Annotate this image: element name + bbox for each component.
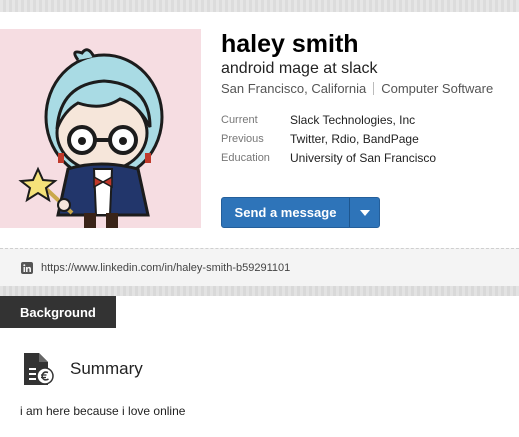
profile-facts: Current Slack Technologies, Inc Previous… bbox=[221, 110, 436, 167]
fact-row-education: Education University of San Francisco bbox=[221, 148, 436, 167]
public-profile-url-bar: https://www.linkedin.com/in/haley-smith-… bbox=[0, 248, 519, 286]
summary-document-icon bbox=[22, 352, 54, 391]
profile-name: haley smith bbox=[221, 30, 359, 58]
profile-location[interactable]: San Francisco, California bbox=[221, 81, 366, 96]
avatar-illustration bbox=[18, 48, 164, 228]
profile-avatar[interactable] bbox=[0, 29, 201, 228]
profile-card: haley smith android mage at slack San Fr… bbox=[0, 12, 519, 248]
profile-location-industry: San Francisco, California Computer Softwa… bbox=[221, 81, 493, 96]
fact-value[interactable]: University of San Francisco bbox=[290, 151, 436, 165]
send-message-button[interactable]: Send a message bbox=[222, 198, 349, 227]
summary-text: i am here because i love online bbox=[20, 404, 186, 418]
background-section-tab[interactable]: Background bbox=[0, 296, 116, 328]
summary-title: Summary bbox=[70, 359, 143, 378]
profile-industry[interactable]: Computer Software bbox=[381, 81, 493, 96]
chevron-down-icon bbox=[359, 209, 370, 216]
profile-headline: android mage at slack bbox=[221, 60, 378, 77]
meta-separator bbox=[373, 82, 375, 95]
fact-label: Previous bbox=[221, 132, 264, 145]
fact-label: Current bbox=[221, 113, 258, 126]
send-message-button-group: Send a message bbox=[221, 197, 380, 228]
fact-row-previous: Previous Twitter, Rdio, BandPage bbox=[221, 129, 436, 148]
fact-label: Education bbox=[221, 151, 270, 164]
fact-value[interactable]: Twitter, Rdio, BandPage bbox=[290, 132, 419, 146]
send-message-menu-button[interactable] bbox=[350, 198, 379, 227]
fact-row-current: Current Slack Technologies, Inc bbox=[221, 110, 436, 129]
fact-value[interactable]: Slack Technologies, Inc bbox=[290, 113, 415, 127]
section-divider-strip bbox=[0, 286, 519, 296]
linkedin-icon bbox=[21, 261, 33, 274]
public-profile-url[interactable]: https://www.linkedin.com/in/haley-smith-… bbox=[41, 262, 290, 274]
top-divider-strip bbox=[0, 0, 519, 12]
